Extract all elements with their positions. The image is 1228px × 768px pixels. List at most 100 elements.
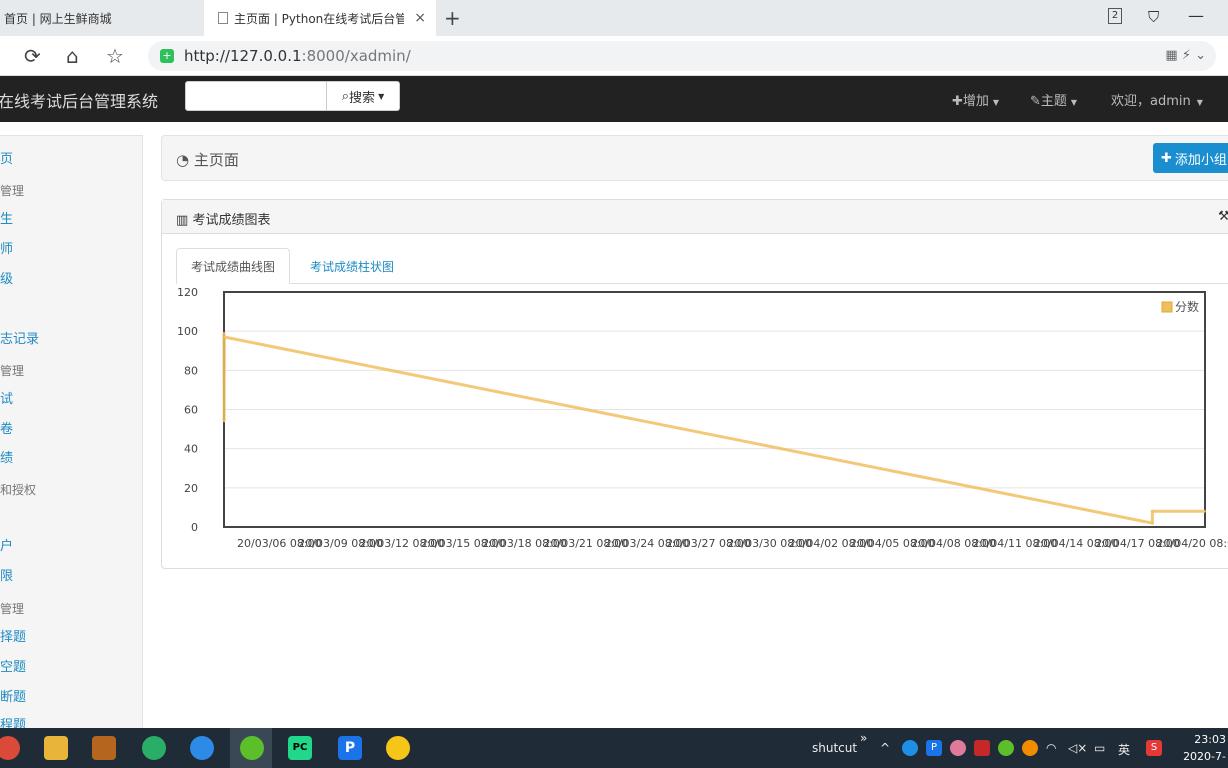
browser-tab-home[interactable]: 首页 | 网上生鲜商城 — [0, 0, 204, 36]
plus-icon: ✚ — [1161, 150, 1172, 166]
add-widget-button[interactable]: ✚ 添加小组 — [1153, 143, 1228, 173]
sidebar-item[interactable]: 志记录 — [0, 328, 39, 347]
shield-icon: + — [160, 49, 174, 63]
url-path: :8000/xadmin/ — [301, 47, 411, 65]
taskbar: PC P shutcut » ^ P ◠ ◁× ▭ 英 S 23:03 2020… — [0, 728, 1228, 768]
sogou-icon[interactable]: S — [1146, 740, 1162, 756]
add-widget-label: 添加小组 — [1174, 152, 1227, 168]
tray-search-icon[interactable] — [1022, 740, 1038, 756]
user-menu[interactable]: 欢迎，admin ▼ — [1111, 90, 1203, 109]
sidebar-item[interactable]: 择题 — [0, 626, 26, 645]
home-icon[interactable]: ⌂ — [66, 44, 79, 68]
tray-shield-icon[interactable] — [974, 740, 990, 756]
search-input[interactable] — [185, 81, 327, 111]
url-host: http://127.0.0.1 — [184, 47, 302, 65]
sidebar-item[interactable]: 生 — [0, 208, 13, 227]
p-app-icon[interactable]: P — [338, 736, 362, 760]
book-icon[interactable] — [92, 736, 116, 760]
sidebar-item[interactable]: 断题 — [0, 686, 26, 705]
page-title-text: 主页面 — [193, 151, 239, 169]
search-button-label: 搜索 — [349, 90, 376, 106]
page-header: ◔ 主页面 ✚ 添加小组 — [161, 135, 1228, 181]
ime-indicator[interactable]: 英 — [1118, 741, 1130, 758]
panel-header: ▥ 考试成绩图表 ⚒ — [162, 200, 1228, 234]
browser-tab-active[interactable]: 主页面 | Python在线考试后台管 × — [204, 0, 436, 36]
sidebar-item[interactable]: 空题 — [0, 656, 26, 675]
admin-navbar: 在线考试后台管理系统 ⌕ 搜索 ▼ ✚增加 ▼ ✎主题 ▼ 欢迎，admin ▼ — [0, 76, 1228, 122]
chevrons-icon[interactable]: » — [860, 731, 867, 745]
folder-icon[interactable] — [44, 736, 68, 760]
clock-time: 23:03 — [1194, 733, 1226, 746]
y-tick-label: 80 — [184, 364, 198, 377]
sidebar-item[interactable]: 程题 — [0, 714, 26, 728]
skin-icon[interactable]: ⛉ — [1148, 8, 1159, 26]
dashboard-icon: ◔ — [176, 151, 190, 169]
add-menu[interactable]: ✚增加 ▼ — [952, 90, 999, 109]
close-icon[interactable]: × — [414, 10, 426, 26]
caret-down-icon: ▼ — [378, 91, 385, 101]
sidebar-group-header: 管理 — [0, 184, 25, 198]
sidebar-item[interactable]: 绩 — [0, 447, 13, 466]
legend-swatch — [1161, 301, 1173, 313]
sidebar-item[interactable]: 限 — [0, 565, 13, 584]
battery-icon[interactable]: ▭ — [1094, 741, 1105, 755]
x-tick-label: 20/04/20 08:00 — [1157, 537, 1228, 550]
volume-icon[interactable]: ◁× — [1068, 741, 1087, 755]
chrome-icon[interactable] — [0, 736, 20, 760]
qr-icon[interactable]: ▦ ⚡ ⌄ — [1165, 48, 1206, 63]
plus-icon: ✚ — [952, 94, 963, 109]
caret-down-icon: ▼ — [1070, 98, 1078, 107]
sidebar-group-header: 管理 — [0, 602, 25, 616]
sidebar-item[interactable]: 级 — [0, 268, 13, 287]
sidebar-item[interactable]: 师 — [0, 238, 13, 257]
wifi-icon[interactable]: ◠ — [1046, 741, 1056, 755]
caret-down-icon: ▼ — [1196, 98, 1203, 107]
clock[interactable]: 23:03 2020-7-2 — [1178, 731, 1226, 768]
tray-flower-icon[interactable] — [950, 740, 966, 756]
browser-360-icon[interactable] — [240, 736, 264, 760]
page-title: ◔ 主页面 — [176, 149, 239, 170]
panel-title-text: 考试成绩图表 — [192, 213, 271, 228]
sidebar-group-header: 管理 — [0, 364, 25, 378]
theme-menu-label: 主题 — [1040, 94, 1067, 109]
user-menu-label: 欢迎，admin — [1111, 94, 1191, 109]
bar-chart-icon: ▥ — [176, 213, 189, 228]
url-field[interactable]: + http://127.0.0.1:8000/xadmin/ — [148, 41, 1216, 71]
qq-icon[interactable] — [386, 736, 410, 760]
tab-line-chart[interactable]: 考试成绩曲线图 — [176, 248, 291, 284]
series-line — [222, 333, 1205, 525]
wrench-icon[interactable]: ⚒ — [1218, 209, 1228, 224]
tray-app-icon[interactable] — [902, 740, 918, 756]
theme-menu[interactable]: ✎主题 ▼ — [1030, 90, 1077, 109]
chart-tabs: 考试成绩曲线图 考试成绩柱状图 — [176, 248, 1228, 284]
tray-360-icon[interactable] — [998, 740, 1014, 756]
data-point — [1151, 510, 1154, 513]
feishu-icon[interactable] — [190, 736, 214, 760]
sidebar-group-header: 和授权 — [0, 483, 37, 497]
panel-title: ▥ 考试成绩图表 — [176, 209, 270, 228]
new-tab-button[interactable]: + — [444, 6, 461, 30]
wechat-icon[interactable] — [142, 736, 166, 760]
data-point — [223, 336, 226, 339]
reload-icon[interactable]: ⟳ — [24, 44, 41, 68]
minimize-icon[interactable]: — — [1188, 6, 1204, 25]
sidebar-item[interactable]: 试 — [0, 388, 13, 407]
tray-label[interactable]: shutcut — [812, 741, 857, 755]
brand-title[interactable]: 在线考试后台管理系统 — [0, 88, 158, 112]
sidebar-item[interactable]: 卷 — [0, 418, 13, 437]
tab-bar-chart[interactable]: 考试成绩柱状图 — [296, 248, 408, 284]
tray-p-icon[interactable]: P — [926, 740, 942, 756]
tray-expand-icon[interactable]: ^ — [880, 741, 890, 755]
star-icon[interactable]: ☆ — [106, 44, 124, 68]
sidebar-item[interactable]: 页 — [0, 148, 13, 167]
tab-count-badge[interactable]: 2 — [1108, 8, 1122, 24]
add-menu-label: 增加 — [962, 94, 989, 109]
pycharm-icon[interactable]: PC — [288, 736, 312, 760]
browser-tab-title: 首页 | 网上生鲜商城 — [4, 11, 112, 26]
sidebar-item[interactable]: 户 — [0, 535, 13, 554]
search-button[interactable]: ⌕ 搜索 ▼ — [326, 81, 400, 111]
document-icon — [218, 12, 228, 24]
search-icon: ⌕ — [341, 88, 350, 104]
browser-tab-bar: 首页 | 网上生鲜商城 主页面 | Python在线考试后台管 × + 2 ⛉ … — [0, 0, 1228, 36]
brush-icon: ✎ — [1030, 94, 1041, 109]
